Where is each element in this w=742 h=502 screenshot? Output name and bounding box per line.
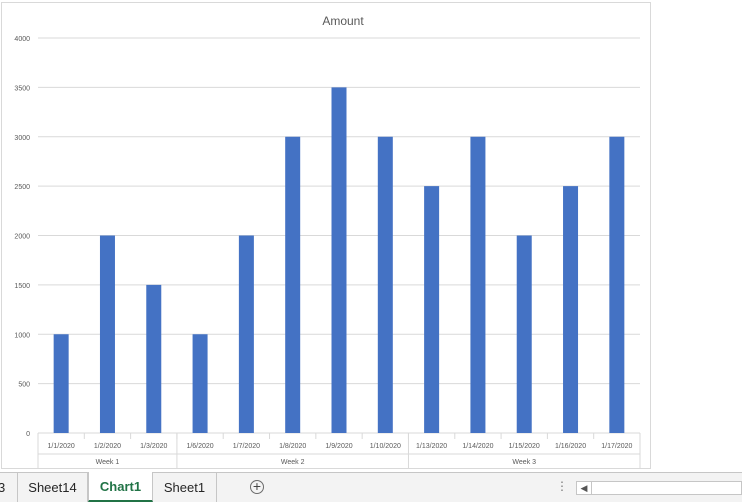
y-tick-label: 3500	[14, 85, 30, 92]
bar	[377, 136, 393, 433]
bar	[563, 186, 579, 433]
bar	[238, 235, 254, 433]
sheet-tab-sheet14[interactable]: Sheet14	[18, 473, 88, 502]
scroll-left-arrow-icon[interactable]: ◀	[577, 482, 592, 494]
y-tick-label: 500	[18, 382, 30, 389]
x-tick-label: 1/10/2020	[370, 443, 401, 450]
x-tick-label: 1/8/2020	[279, 443, 306, 450]
x-group-label: Week 2	[281, 459, 305, 466]
y-tick-label: 3000	[14, 135, 30, 142]
y-tick-label: 0	[26, 431, 30, 438]
x-tick-label: 1/13/2020	[416, 443, 447, 450]
x-tick-label: 1/1/2020	[48, 443, 75, 450]
sheet-tab-chart1[interactable]: Chart1	[88, 472, 153, 502]
x-tick-label: 1/2/2020	[94, 443, 121, 450]
x-tick-label: 1/14/2020	[462, 443, 493, 450]
y-tick-label: 1500	[14, 283, 30, 290]
chart-title: Amount	[322, 14, 364, 28]
x-group-label: Week 1	[96, 459, 120, 466]
y-tick-label: 2500	[14, 184, 30, 191]
y-tick-label: 2000	[14, 234, 30, 241]
bar	[470, 136, 486, 433]
splitter-dots-icon[interactable]: ⋮	[556, 479, 568, 493]
y-tick-label: 4000	[14, 36, 30, 43]
sheet-tab-sheet1[interactable]: Sheet1	[153, 473, 217, 502]
bar	[424, 186, 440, 433]
bar	[146, 284, 162, 433]
x-tick-label: 1/6/2020	[186, 443, 213, 450]
bar	[609, 136, 625, 433]
bar	[53, 334, 69, 433]
bar	[516, 235, 532, 433]
sheet-tab-partial[interactable]: 3	[0, 473, 18, 502]
x-tick-label: 1/15/2020	[509, 443, 540, 450]
x-tick-label: 1/16/2020	[555, 443, 586, 450]
x-tick-label: 1/17/2020	[601, 443, 632, 450]
horizontal-scrollbar[interactable]: ◀	[576, 481, 742, 495]
x-tick-label: 1/3/2020	[140, 443, 167, 450]
sheet-tab-bar: 3 Sheet14 Chart1 Sheet1 + ⋮ ◀	[0, 472, 742, 502]
bar-chart: Amount 0 500 1000 1500 2000 2500 3000 3500 4000 1/…	[14, 14, 641, 468]
add-sheet-button[interactable]: +	[250, 479, 264, 494]
x-group-label: Week 3	[512, 459, 536, 466]
sheet-background	[652, 0, 742, 472]
y-tick-label: 1000	[14, 332, 30, 339]
bar	[331, 87, 347, 433]
chart-area[interactable]: Amount 0 500 1000 1500 2000 2500 3000 3500 4000 1/…	[1, 2, 651, 469]
x-tick-label: 1/7/2020	[233, 443, 260, 450]
bar	[285, 136, 301, 433]
x-tick-label: 1/9/2020	[325, 443, 352, 450]
bar	[99, 235, 115, 433]
bar	[192, 334, 208, 433]
